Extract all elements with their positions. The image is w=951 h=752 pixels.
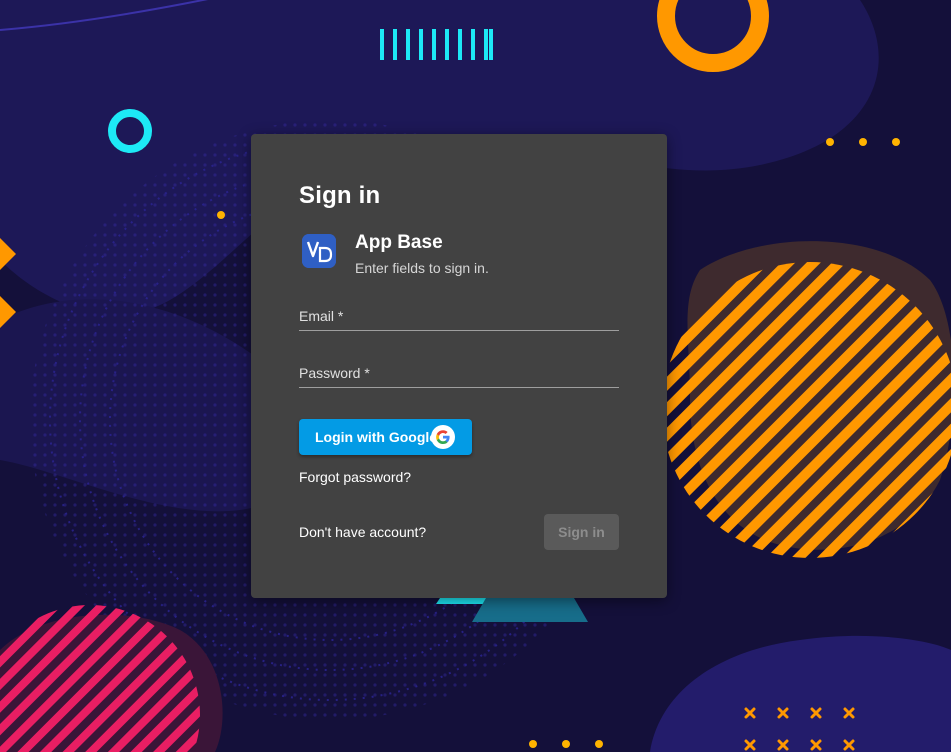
password-input[interactable] xyxy=(299,357,623,389)
app-name: App Base xyxy=(355,232,443,253)
password-field[interactable]: Password * xyxy=(299,357,623,389)
signin-card: Sign in App Base Enter fields to sign in… xyxy=(251,134,667,598)
page-title: Sign in xyxy=(299,182,381,209)
google-g-icon xyxy=(431,425,455,449)
email-field[interactable]: Email * xyxy=(299,300,623,332)
no-account-link[interactable]: Don't have account? xyxy=(299,524,426,540)
login-with-google-button[interactable]: Login with Google xyxy=(299,419,472,455)
forgot-password-link[interactable]: Forgot password? xyxy=(299,469,411,485)
email-input[interactable] xyxy=(299,300,623,332)
google-button-label: Login with Google xyxy=(315,429,438,445)
vd-logo-icon xyxy=(302,234,336,268)
app-subtitle: Enter fields to sign in. xyxy=(355,260,489,276)
sign-in-button[interactable]: Sign in xyxy=(544,514,619,550)
